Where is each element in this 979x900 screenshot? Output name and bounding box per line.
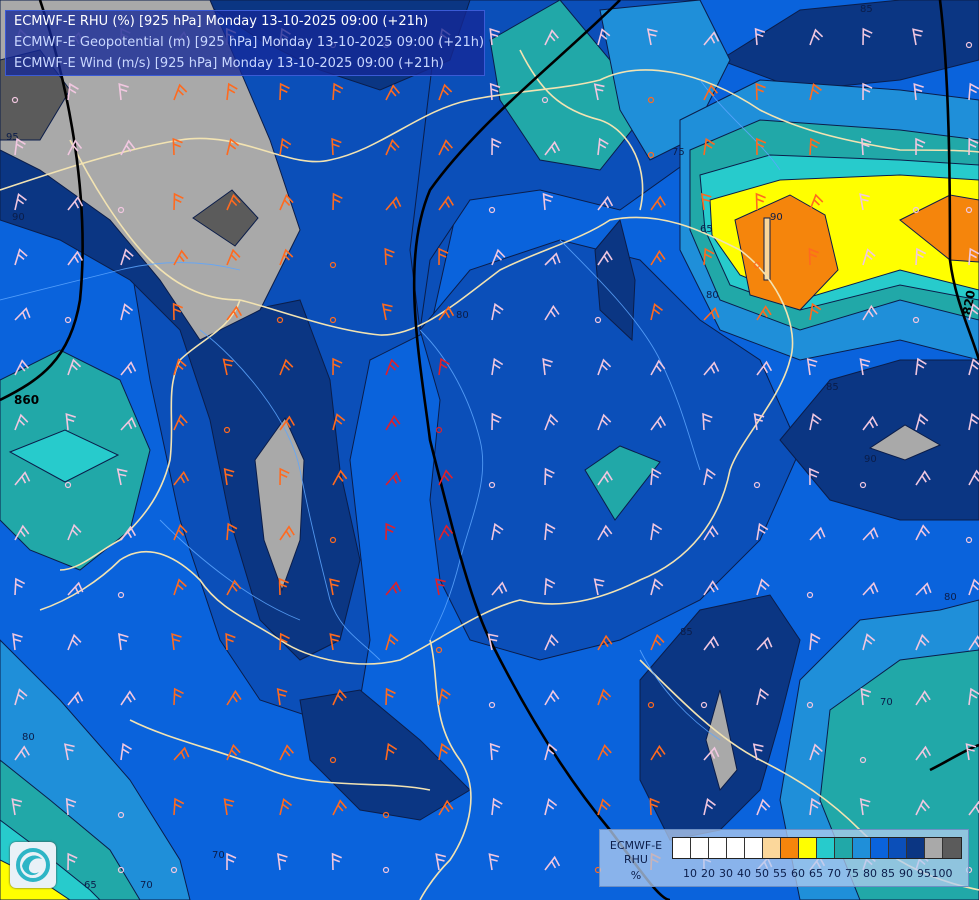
rhu-band-50-sliver [763,217,771,281]
legend-tick: 65 [809,867,823,880]
legend-swatch [781,838,799,858]
legend-tick: 85 [881,867,895,880]
legend-swatch [943,838,961,858]
legend-swatch [709,838,727,858]
legend-tick: 70 [827,867,841,880]
weather-agency-logo-icon [10,842,56,888]
legend-variable: RHU [624,853,648,866]
legend-swatch [673,838,691,858]
rhu-map[interactable]: 95 90 85 80 75 65 80 85 90 85 80 70 65 7… [0,0,979,900]
legend-swatch [907,838,925,858]
contour-label-rhu: 80 [944,592,957,603]
contour-label-rhu: 90 [864,454,877,465]
colour-legend: ECMWF-E RHU % 10 20 30 40 50 55 60 65 70 75 80 85 90… [599,829,969,887]
title-rhu: ECMWF-E RHU (%) [925 hPa] Monday 13-10-2… [14,14,429,29]
legend-tick: 95 [917,867,931,880]
legend-tick: 60 [791,867,805,880]
legend-tick: 30 [719,867,733,880]
legend-swatches [672,837,962,859]
map-title-panel: ECMWF-E RHU (%) [925 hPa] Monday 13-10-2… [5,10,485,76]
legend-swatch [727,838,745,858]
map-viewer: 95 90 85 80 75 65 80 85 90 85 80 70 65 7… [0,0,979,900]
legend-swatch [853,838,871,858]
legend-swatch [763,838,781,858]
contour-label-rhu: 65 [700,224,713,235]
legend-swatch [889,838,907,858]
legend-tick: 20 [701,867,715,880]
contour-label-rhu: 80 [22,732,35,743]
legend-swatch [745,838,763,858]
legend-tick: 40 [737,867,751,880]
contour-label-rhu: 85 [860,4,873,15]
contour-label-rhu: 85 [680,627,693,638]
legend-tick: 80 [863,867,877,880]
contour-label-rhu: 85 [826,382,839,393]
legend-ticks: 10 20 30 40 50 55 60 65 70 75 80 85 90 95 100 [672,867,972,881]
contour-label-rhu: 90 [770,212,783,223]
legend-swatch [799,838,817,858]
contour-label-rhu: 70 [140,880,153,891]
geopotential-label: 860 [14,393,39,407]
legend-unit: % [630,869,642,882]
contour-label-rhu: 80 [456,310,469,321]
legend-swatch [925,838,943,858]
legend-tick: 55 [773,867,787,880]
legend-swatch [817,838,835,858]
legend-tick: 75 [845,867,859,880]
contour-label-rhu: 70 [880,697,893,708]
contour-label-rhu: 70 [212,850,225,861]
legend-model: ECMWF-E [609,839,663,852]
title-wind: ECMWF-E Wind (m/s) [925 hPa] Monday 13-1… [14,56,445,71]
contour-label-rhu: 65 [84,880,97,891]
contour-label-rhu: 75 [672,147,685,158]
legend-tick: 90 [899,867,913,880]
legend-swatch [691,838,709,858]
legend-tick: 100 [931,867,953,880]
title-geopotential: ECMWF-E Geopotential (m) [925 hPa] Monda… [14,35,485,50]
legend-tick: 10 [683,867,697,880]
legend-tick: 50 [755,867,769,880]
contour-label-rhu: 80 [706,290,719,301]
legend-swatch [835,838,853,858]
contour-label-rhu: 90 [12,212,25,223]
legend-swatch [871,838,889,858]
